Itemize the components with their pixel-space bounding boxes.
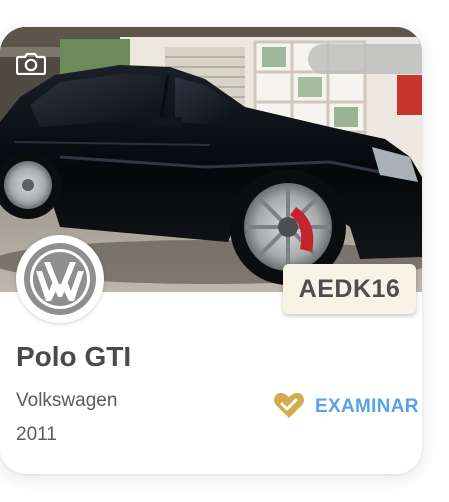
heart-check-icon[interactable] — [273, 391, 305, 419]
vehicle-make: Volkswagen — [16, 390, 118, 411]
camera-icon[interactable] — [16, 51, 46, 75]
vehicle-model: Polo GTI — [16, 341, 132, 372]
license-plate: AEDK16 — [283, 264, 416, 314]
examine-button[interactable]: EXAMINAR — [315, 396, 419, 418]
volkswagen-logo — [16, 235, 104, 323]
overlay-pill — [308, 44, 422, 74]
vw-logo-icon — [24, 243, 96, 315]
vehicle-card[interactable]: AEDK16 Polo GTI Volkswagen 2011 EXAMINAR — [0, 27, 422, 474]
vehicle-year: 2011 — [16, 424, 57, 445]
